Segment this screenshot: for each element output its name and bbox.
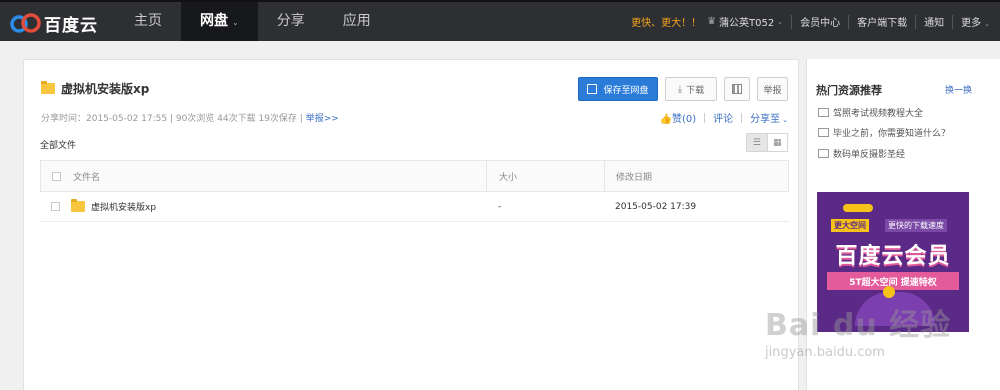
report-label: 举报 <box>763 85 782 96</box>
banner-tag-space: 更大空间 <box>831 219 869 232</box>
download-label: 下载 <box>686 85 705 96</box>
column-size-label: 大小 <box>499 172 518 183</box>
document-icon <box>818 149 829 158</box>
resource-item[interactable]: 驾照考试视频教程大全 <box>818 106 923 119</box>
report-button[interactable]: 举报 <box>757 77 788 101</box>
nav-home[interactable]: 主页 <box>115 2 181 41</box>
divider <box>952 14 954 29</box>
nav-home-label: 主页 <box>134 13 162 29</box>
column-date-label: 修改日期 <box>616 172 653 183</box>
column-name: 文件名 <box>41 170 486 183</box>
more-menu[interactable]: 更多 ⌄ <box>961 14 990 29</box>
chevron-down-icon: ⌄ <box>232 18 239 27</box>
resource-label: 毕业之前，你需要知道什么？ <box>833 129 951 139</box>
chevron-down-icon: ⌄ <box>984 20 990 28</box>
client-download-link[interactable]: 客户端下载 <box>857 14 907 29</box>
download-icon: ⤓ <box>677 83 683 95</box>
resource-label: 驾照考试视频教程大全 <box>833 109 924 119</box>
nav-share[interactable]: 分享 <box>258 2 324 41</box>
save-to-netdisk-button[interactable]: 保存至网盘 <box>578 77 658 101</box>
share-to-menu[interactable]: 分享至 ⌄ <box>750 110 788 125</box>
action-buttons: 保存至网盘 ⤓ 下载 举报 <box>571 77 788 101</box>
table-row[interactable]: 虚拟机安装版xp - 2015-05-02 17:39 <box>40 192 789 222</box>
notifications-link[interactable]: 通知 <box>924 14 944 29</box>
page-title: 虚拟机安装版xp <box>61 82 150 96</box>
baidu-jingyan-watermark: Bai du 经验 <box>765 308 952 343</box>
crown-icon: ♛ <box>707 16 717 27</box>
like-label: 赞(0) <box>671 114 697 125</box>
cloud-logo-icon <box>10 13 41 33</box>
column-size[interactable]: 大小 <box>486 161 604 191</box>
document-icon <box>818 108 829 117</box>
save-label: 保存至网盘 <box>603 85 649 96</box>
divider <box>791 14 793 29</box>
file-date-cell: 2015-05-02 17:39 <box>615 201 697 212</box>
column-name-label: 文件名 <box>73 172 101 183</box>
nav-netdisk-label: 网盘 <box>200 13 228 29</box>
table-header: 文件名 大小 修改日期 <box>40 160 789 192</box>
select-all-checkbox[interactable] <box>52 171 61 181</box>
username: 蒲公英T052 <box>719 18 775 29</box>
file-table: 文件名 大小 修改日期 虚拟机安装版xp - 2015-05-02 17:39 <box>40 160 789 222</box>
document-icon <box>818 128 829 137</box>
like-button[interactable]: 👍赞(0) <box>660 110 697 125</box>
thumbs-up-icon: 👍 <box>659 114 672 125</box>
divider <box>741 112 743 123</box>
grid-view-icon[interactable]: ▦ <box>768 134 788 151</box>
sidebar-heading: 热门资源推荐 <box>816 84 882 97</box>
share-meta: 分享时间：2015-05-02 17:55 | 90次浏览 44次下载 19次保… <box>41 111 339 124</box>
nav-apps-label: 应用 <box>342 13 371 29</box>
report-link[interactable]: 举报>> <box>306 114 339 124</box>
rocket-icon <box>843 204 873 212</box>
nav-apps[interactable]: 应用 <box>324 2 390 41</box>
nav-netdisk[interactable]: 网盘 ⌄ <box>181 2 258 41</box>
qrcode-icon <box>732 84 742 94</box>
watermark-url: jingyan.baidu.com <box>765 345 885 360</box>
baidu-cloud-logo[interactable]: 百度云 <box>10 11 98 36</box>
banner-headline: 百度云会员 <box>835 244 951 269</box>
member-center-link[interactable]: 会员中心 <box>800 14 840 29</box>
resource-label: 数码单反摄影圣经 <box>833 150 906 160</box>
chevron-down-icon: ⌄ <box>777 17 784 26</box>
coin-icon <box>883 286 895 298</box>
social-actions: 👍赞(0) 评论 分享至 ⌄ <box>660 110 788 125</box>
qrcode-button[interactable] <box>724 77 750 101</box>
divider <box>704 112 706 123</box>
column-date[interactable]: 修改日期 <box>604 161 788 191</box>
folder-icon <box>71 199 85 212</box>
user-menu[interactable]: ♛ 蒲公英T052 ⌄ <box>707 14 783 29</box>
banner-tag-speed: 更快的下载速度 <box>885 219 947 232</box>
file-size-cell: - <box>498 201 502 212</box>
user-nav: 更快、更大！！ ♛ 蒲公英T052 ⌄ 会员中心 客户端下载 通知 更多 ⌄ <box>631 2 1000 41</box>
file-name-link[interactable]: 虚拟机安装版xp <box>91 200 156 213</box>
share-title-row: 虚拟机安装版xp <box>41 80 149 97</box>
resource-item[interactable]: 毕业之前，你需要知道什么？ <box>818 126 950 139</box>
row-checkbox[interactable] <box>51 202 60 211</box>
breadcrumb[interactable]: 全部文件 <box>40 138 76 151</box>
share-panel: 虚拟机安装版xp 分享时间：2015-05-02 17:55 | 90次浏览 4… <box>23 59 799 390</box>
promo-link[interactable]: 更快、更大！！ <box>631 14 701 29</box>
main-nav: 主页 网盘 ⌄ 分享 应用 <box>115 2 390 41</box>
top-navigation-bar: 百度云 主页 网盘 ⌄ 分享 应用 更快、更大！！ ♛ 蒲公英T052 ⌄ 会员中… <box>0 0 1000 41</box>
download-button[interactable]: ⤓ 下载 <box>665 77 717 101</box>
more-label: 更多 <box>961 18 982 29</box>
share-to-label: 分享至 <box>750 114 781 125</box>
comment-link[interactable]: 评论 <box>713 110 733 125</box>
logo-text: 百度云 <box>44 15 98 36</box>
share-meta-text: 分享时间：2015-05-02 17:55 | 90次浏览 44次下载 19次保… <box>41 114 303 124</box>
folder-icon <box>41 81 55 94</box>
list-view-icon[interactable]: ☰ <box>747 134 768 151</box>
refresh-link[interactable]: 换一换 <box>945 83 972 96</box>
view-mode-toggle: ☰ ▦ <box>746 133 788 152</box>
divider <box>915 14 917 29</box>
file-name-cell: 虚拟机安装版xp <box>40 199 485 213</box>
divider <box>848 14 850 29</box>
chevron-down-icon: ⌄ <box>782 116 788 124</box>
nav-share-label: 分享 <box>276 13 305 29</box>
resource-item[interactable]: 数码单反摄影圣经 <box>818 147 905 160</box>
save-icon <box>587 84 598 94</box>
